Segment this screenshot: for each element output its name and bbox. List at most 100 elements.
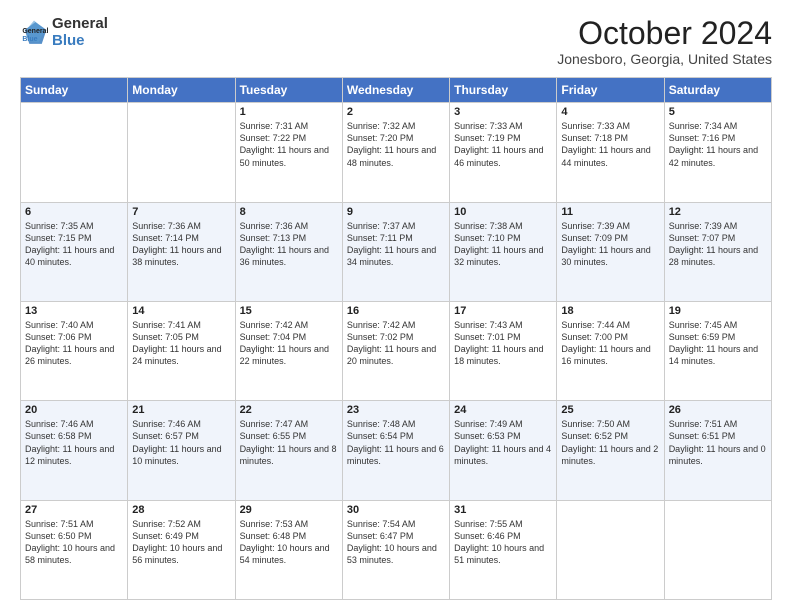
day-sun-info: Sunrise: 7:41 AMSunset: 7:05 PMDaylight:… bbox=[132, 319, 230, 368]
calendar-week-row: 20 Sunrise: 7:46 AMSunset: 6:58 PMDayligh… bbox=[21, 401, 772, 500]
day-number: 6 bbox=[25, 206, 123, 218]
day-sun-info: Sunrise: 7:52 AMSunset: 6:49 PMDaylight:… bbox=[132, 518, 230, 567]
day-sun-info: Sunrise: 7:54 AMSunset: 6:47 PMDaylight:… bbox=[347, 518, 445, 567]
day-number: 7 bbox=[132, 206, 230, 218]
col-friday: Friday bbox=[557, 78, 664, 103]
page: General Blue General Blue October 2024 J… bbox=[0, 0, 792, 612]
calendar-cell: 11 Sunrise: 7:39 AMSunset: 7:09 PMDayligh… bbox=[557, 202, 664, 301]
calendar-cell: 30 Sunrise: 7:54 AMSunset: 6:47 PMDayligh… bbox=[342, 500, 449, 599]
day-number: 22 bbox=[240, 404, 338, 416]
calendar-week-row: 6 Sunrise: 7:35 AMSunset: 7:15 PMDaylight… bbox=[21, 202, 772, 301]
calendar-cell: 4 Sunrise: 7:33 AMSunset: 7:18 PMDaylight… bbox=[557, 103, 664, 202]
day-sun-info: Sunrise: 7:47 AMSunset: 6:55 PMDaylight:… bbox=[240, 418, 338, 467]
col-saturday: Saturday bbox=[664, 78, 771, 103]
day-sun-info: Sunrise: 7:51 AMSunset: 6:51 PMDaylight:… bbox=[669, 418, 767, 467]
day-sun-info: Sunrise: 7:46 AMSunset: 6:58 PMDaylight:… bbox=[25, 418, 123, 467]
day-sun-info: Sunrise: 7:45 AMSunset: 6:59 PMDaylight:… bbox=[669, 319, 767, 368]
day-number: 28 bbox=[132, 504, 230, 516]
day-number: 13 bbox=[25, 305, 123, 317]
day-number: 29 bbox=[240, 504, 338, 516]
day-number: 9 bbox=[347, 206, 445, 218]
day-sun-info: Sunrise: 7:51 AMSunset: 6:50 PMDaylight:… bbox=[25, 518, 123, 567]
day-sun-info: Sunrise: 7:36 AMSunset: 7:13 PMDaylight:… bbox=[240, 220, 338, 269]
calendar-cell: 28 Sunrise: 7:52 AMSunset: 6:49 PMDayligh… bbox=[128, 500, 235, 599]
logo-name-blue: Blue bbox=[52, 33, 108, 50]
day-number: 15 bbox=[240, 305, 338, 317]
day-sun-info: Sunrise: 7:46 AMSunset: 6:57 PMDaylight:… bbox=[132, 418, 230, 467]
day-number: 21 bbox=[132, 404, 230, 416]
day-sun-info: Sunrise: 7:40 AMSunset: 7:06 PMDaylight:… bbox=[25, 319, 123, 368]
calendar-cell: 6 Sunrise: 7:35 AMSunset: 7:15 PMDaylight… bbox=[21, 202, 128, 301]
day-number: 18 bbox=[561, 305, 659, 317]
logo-icon: General Blue bbox=[20, 19, 48, 47]
day-sun-info: Sunrise: 7:35 AMSunset: 7:15 PMDaylight:… bbox=[25, 220, 123, 269]
day-number: 31 bbox=[454, 504, 552, 516]
calendar-cell: 13 Sunrise: 7:40 AMSunset: 7:06 PMDayligh… bbox=[21, 301, 128, 400]
calendar-cell: 3Sunrise: 7:33 AMSunset: 7:19 PMDaylight… bbox=[450, 103, 557, 202]
calendar-cell: 19 Sunrise: 7:45 AMSunset: 6:59 PMDayligh… bbox=[664, 301, 771, 400]
day-number: 10 bbox=[454, 206, 552, 218]
col-wednesday: Wednesday bbox=[342, 78, 449, 103]
calendar-cell bbox=[664, 500, 771, 599]
day-number: 17 bbox=[454, 305, 552, 317]
day-number: 11 bbox=[561, 206, 659, 218]
day-number: 4 bbox=[561, 106, 659, 118]
day-number: 5 bbox=[669, 106, 767, 118]
logo: General Blue General Blue bbox=[20, 16, 108, 49]
logo-text-block: General Blue bbox=[52, 16, 108, 49]
day-number: 25 bbox=[561, 404, 659, 416]
day-number: 1 bbox=[240, 106, 338, 118]
day-sun-info: Sunrise: 7:50 AMSunset: 6:52 PMDaylight:… bbox=[561, 418, 659, 467]
day-sun-info: Sunrise: 7:53 AMSunset: 6:48 PMDaylight:… bbox=[240, 518, 338, 567]
calendar-cell: 8 Sunrise: 7:36 AMSunset: 7:13 PMDaylight… bbox=[235, 202, 342, 301]
calendar-cell: 21 Sunrise: 7:46 AMSunset: 6:57 PMDayligh… bbox=[128, 401, 235, 500]
col-tuesday: Tuesday bbox=[235, 78, 342, 103]
day-sun-info: Sunrise: 7:49 AMSunset: 6:53 PMDaylight:… bbox=[454, 418, 552, 467]
day-sun-info: Sunrise: 7:36 AMSunset: 7:14 PMDaylight:… bbox=[132, 220, 230, 269]
day-sun-info: Sunrise: 7:44 AMSunset: 7:00 PMDaylight:… bbox=[561, 319, 659, 368]
calendar-week-row: 13 Sunrise: 7:40 AMSunset: 7:06 PMDayligh… bbox=[21, 301, 772, 400]
calendar-cell: 5 Sunrise: 7:34 AMSunset: 7:16 PMDaylight… bbox=[664, 103, 771, 202]
day-number: 2 bbox=[347, 106, 445, 118]
calendar-cell bbox=[21, 103, 128, 202]
calendar-cell: 14 Sunrise: 7:41 AMSunset: 7:05 PMDayligh… bbox=[128, 301, 235, 400]
calendar-cell bbox=[557, 500, 664, 599]
calendar-cell: 20 Sunrise: 7:46 AMSunset: 6:58 PMDayligh… bbox=[21, 401, 128, 500]
day-number: 14 bbox=[132, 305, 230, 317]
calendar-cell: 27Sunrise: 7:51 AMSunset: 6:50 PMDayligh… bbox=[21, 500, 128, 599]
day-sun-info: Sunrise: 7:55 AMSunset: 6:46 PMDaylight:… bbox=[454, 518, 552, 567]
day-number: 30 bbox=[347, 504, 445, 516]
calendar-cell: 10 Sunrise: 7:38 AMSunset: 7:10 PMDayligh… bbox=[450, 202, 557, 301]
calendar-week-row: 27Sunrise: 7:51 AMSunset: 6:50 PMDayligh… bbox=[21, 500, 772, 599]
day-number: 19 bbox=[669, 305, 767, 317]
day-number: 20 bbox=[25, 404, 123, 416]
day-sun-info: Sunrise: 7:32 AMSunset: 7:20 PMDaylight:… bbox=[347, 120, 445, 169]
day-sun-info: Sunrise: 7:34 AMSunset: 7:16 PMDaylight:… bbox=[669, 120, 767, 169]
day-number: 12 bbox=[669, 206, 767, 218]
calendar-cell: 18 Sunrise: 7:44 AMSunset: 7:00 PMDayligh… bbox=[557, 301, 664, 400]
day-number: 3 bbox=[454, 106, 552, 118]
col-monday: Monday bbox=[128, 78, 235, 103]
day-sun-info: Sunrise: 7:31 AMSunset: 7:22 PMDaylight:… bbox=[240, 120, 338, 169]
calendar-cell: 7 Sunrise: 7:36 AMSunset: 7:14 PMDaylight… bbox=[128, 202, 235, 301]
day-sun-info: Sunrise: 7:33 AMSunset: 7:18 PMDaylight:… bbox=[561, 120, 659, 169]
calendar-cell: 24 Sunrise: 7:49 AMSunset: 6:53 PMDayligh… bbox=[450, 401, 557, 500]
day-sun-info: Sunrise: 7:39 AMSunset: 7:09 PMDaylight:… bbox=[561, 220, 659, 269]
day-number: 26 bbox=[669, 404, 767, 416]
day-number: 8 bbox=[240, 206, 338, 218]
day-sun-info: Sunrise: 7:39 AMSunset: 7:07 PMDaylight:… bbox=[669, 220, 767, 269]
logo-name-general: General bbox=[52, 16, 108, 33]
day-sun-info: Sunrise: 7:42 AMSunset: 7:02 PMDaylight:… bbox=[347, 319, 445, 368]
calendar-cell bbox=[128, 103, 235, 202]
calendar-cell: 9Sunrise: 7:37 AMSunset: 7:11 PMDaylight… bbox=[342, 202, 449, 301]
calendar-cell: 29 Sunrise: 7:53 AMSunset: 6:48 PMDayligh… bbox=[235, 500, 342, 599]
calendar-cell: 22 Sunrise: 7:47 AMSunset: 6:55 PMDayligh… bbox=[235, 401, 342, 500]
day-number: 24 bbox=[454, 404, 552, 416]
calendar-week-row: 1 Sunrise: 7:31 AMSunset: 7:22 PMDaylight… bbox=[21, 103, 772, 202]
day-sun-info: Sunrise: 7:42 AMSunset: 7:04 PMDaylight:… bbox=[240, 319, 338, 368]
calendar-cell: 17Sunrise: 7:43 AMSunset: 7:01 PMDayligh… bbox=[450, 301, 557, 400]
col-thursday: Thursday bbox=[450, 78, 557, 103]
location-title: Jonesboro, Georgia, United States bbox=[557, 51, 772, 67]
col-sunday: Sunday bbox=[21, 78, 128, 103]
day-sun-info: Sunrise: 7:38 AMSunset: 7:10 PMDaylight:… bbox=[454, 220, 552, 269]
